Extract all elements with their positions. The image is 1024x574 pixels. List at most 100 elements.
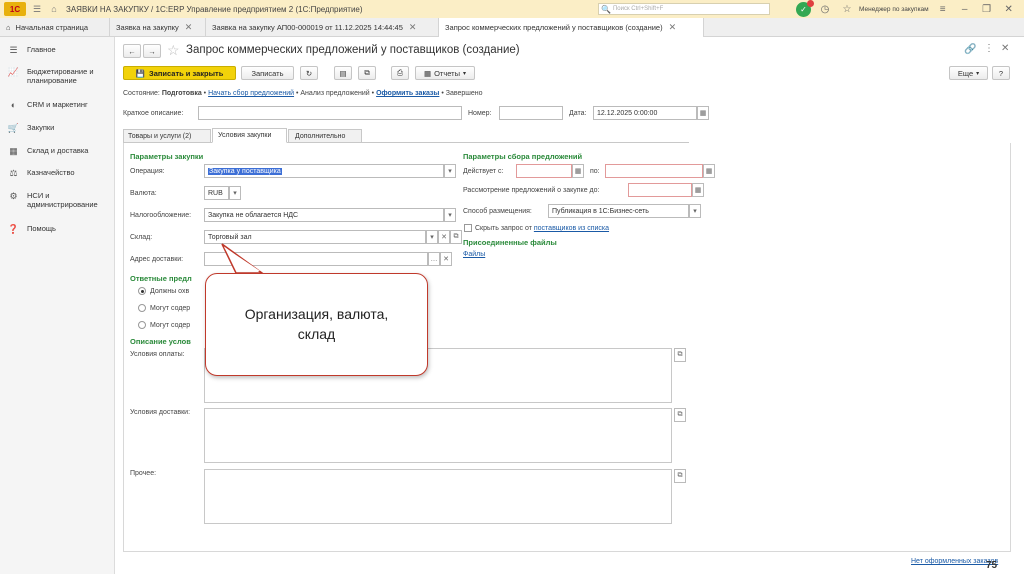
state-analysis: Анализ предложений (300, 90, 370, 97)
structure-icon[interactable]: ⧉ (358, 66, 376, 80)
reports-button[interactable]: ▦ Отчеты ▾ (415, 66, 475, 80)
history-icon[interactable]: ◷ (817, 1, 833, 17)
more-vertical-icon[interactable]: ⋮ (984, 43, 994, 54)
minimize-icon[interactable]: – (957, 1, 973, 17)
cart-icon: 🛒 (7, 122, 20, 133)
state-start-collection-link[interactable]: Начать сбор предложений (208, 90, 294, 97)
save-button[interactable]: Записать (241, 66, 294, 80)
state-line: Состояние: Подготовка • Начать сбор пред… (123, 90, 483, 97)
global-search-input[interactable]: 🔍 Поиск Ctrl+Shift+F (598, 3, 770, 15)
favorite-star-icon[interactable]: ☆ (167, 42, 180, 59)
sidebar-item-crm[interactable]: ◐ CRM и маркетинг (0, 100, 115, 110)
ellipsis-icon[interactable]: … (428, 252, 440, 266)
slide-number: 75 (986, 560, 998, 571)
chevron-down-icon[interactable]: ▾ (444, 164, 456, 178)
home-icon: ⌂ (6, 23, 11, 32)
forward-button[interactable]: → (143, 44, 161, 58)
sidebar-item-warehouse[interactable]: ▦ Склад и доставка (0, 146, 115, 156)
response-option-3[interactable]: Могут содер (138, 321, 190, 329)
conditions-header: Описание услов (130, 337, 191, 346)
tab-purchase-request[interactable]: Заявка на закупку ✕ (110, 18, 206, 37)
more-button[interactable]: Еще ▾ (949, 66, 988, 80)
warehouse-label: Склад: (130, 234, 153, 241)
close-icon[interactable]: ✕ (1001, 1, 1017, 17)
suppliers-list-link[interactable]: поставщиков из списка (534, 225, 609, 232)
chevron-down-icon: ▾ (976, 70, 980, 77)
response-option-1[interactable]: Должны охв (138, 287, 189, 295)
tab-purchase-conditions[interactable]: Условия закупки (212, 128, 287, 143)
open-icon[interactable]: ⧉ (674, 408, 686, 422)
open-icon[interactable]: ⧉ (674, 469, 686, 483)
clear-icon[interactable]: ✕ (438, 230, 450, 244)
search-icon: 🔍 (601, 4, 611, 14)
current-user[interactable]: Менеджер по закупкам (859, 6, 929, 13)
address-input[interactable] (204, 252, 428, 266)
chevron-down-icon[interactable]: ▾ (689, 204, 701, 218)
refresh-icon[interactable]: ↻ (300, 66, 318, 80)
close-tab-icon[interactable]: ✕ (185, 22, 193, 33)
tab-home-page[interactable]: ⌂ Начальная страница (0, 18, 110, 37)
calendar-icon[interactable]: ▦ (572, 164, 584, 178)
calendar-icon[interactable]: ▦ (697, 106, 709, 120)
notifications-icon[interactable]: ✓ (796, 0, 814, 17)
sidebar-item-main[interactable]: ☰ Главное (0, 45, 115, 55)
sidebar-item-nsi-admin[interactable]: ⚙ НСИ и администрирование (0, 191, 115, 210)
menu-icon[interactable]: ☰ (31, 3, 43, 15)
sidebar-item-help[interactable]: ❓ Помощь (0, 224, 115, 234)
date-input[interactable]: 12.12.2025 0:00:00 (593, 106, 697, 120)
response-option-2[interactable]: Могут содер (138, 304, 190, 312)
open-icon[interactable]: ⧉ (450, 230, 462, 244)
valid-from-input[interactable] (516, 164, 572, 178)
open-icon[interactable]: ⧉ (674, 348, 686, 362)
chevron-down-icon[interactable]: ▾ (229, 186, 241, 200)
other-textarea[interactable] (204, 469, 672, 524)
close-tab-icon[interactable]: ✕ (409, 22, 417, 33)
save-and-close-button[interactable]: 💾 Записать и закрыть (123, 66, 236, 80)
radio-empty (138, 321, 146, 329)
checkbox-icon (464, 224, 472, 232)
files-link[interactable]: Файлы (463, 251, 485, 258)
calendar-icon[interactable]: ▦ (703, 164, 715, 178)
document-icon[interactable]: ▤ (334, 66, 352, 80)
back-button[interactable]: ← (123, 44, 141, 58)
gear-icon: ⚙ (9, 190, 18, 201)
number-input[interactable] (499, 106, 563, 120)
delivery-terms-textarea[interactable] (204, 408, 672, 463)
tab-additional[interactable]: Дополнительно (288, 129, 362, 143)
placement-select[interactable]: Публикация в 1С:Бизнес-сеть (548, 204, 689, 218)
chevron-down-icon: ▾ (463, 70, 467, 77)
clear-icon[interactable]: ✕ (440, 252, 452, 266)
sections-sidebar: ☰ Главное 📈 Бюджетирование и планирование … (0, 37, 115, 574)
short-desc-label: Краткое описание: (123, 110, 184, 117)
titlebar-right-tools: ✓ ◷ ☆ Менеджер по закупкам ≡ – ❐ ✕ (796, 0, 1017, 18)
favorites-icon[interactable]: ☆ (839, 1, 855, 17)
help-button[interactable]: ? (992, 66, 1010, 80)
close-tab-icon[interactable]: ✕ (669, 22, 677, 33)
sidebar-item-treasury[interactable]: ⚖ Казначейство (0, 168, 115, 178)
calendar-icon[interactable]: ▦ (692, 183, 704, 197)
tab-purchase-request-doc[interactable]: Заявка на закупку АП00-000019 от 11.12.2… (206, 18, 439, 37)
home-icon[interactable]: ⌂ (48, 3, 60, 15)
radio-empty (138, 304, 146, 312)
print-icon[interactable]: ⎙ (391, 66, 409, 80)
hide-request-checkbox[interactable]: Скрыть запрос от поставщиков из списка (464, 224, 609, 232)
settings-menu-icon[interactable]: ≡ (935, 1, 951, 17)
valid-to-input[interactable] (605, 164, 703, 178)
chevron-down-icon[interactable]: ▾ (444, 208, 456, 222)
close-form-icon[interactable]: ✕ (1001, 43, 1009, 54)
link-icon[interactable]: 🔗 (964, 44, 976, 55)
short-desc-input[interactable] (198, 106, 462, 120)
state-completed: Завершено (445, 90, 483, 97)
chevron-down-icon[interactable]: ▾ (426, 230, 438, 244)
sidebar-item-purchases[interactable]: 🛒 Закупки (0, 123, 115, 133)
warehouse-select[interactable]: Торговый зал (204, 230, 426, 244)
sidebar-item-budgeting[interactable]: 📈 Бюджетирование и планирование (0, 67, 115, 86)
restore-icon[interactable]: ❐ (979, 1, 995, 17)
currency-select[interactable]: RUB (204, 186, 229, 200)
state-create-orders-link[interactable]: Оформить заказы (376, 90, 439, 97)
operation-select[interactable]: Закупка у поставщика (204, 164, 444, 178)
review-until-input[interactable] (628, 183, 692, 197)
tax-select[interactable]: Закупка не облагается НДС (204, 208, 444, 222)
tab-goods-services[interactable]: Товары и услуги (2) (123, 129, 211, 143)
tab-rfq-creation[interactable]: Запрос коммерческих предложений у постав… (439, 18, 704, 37)
